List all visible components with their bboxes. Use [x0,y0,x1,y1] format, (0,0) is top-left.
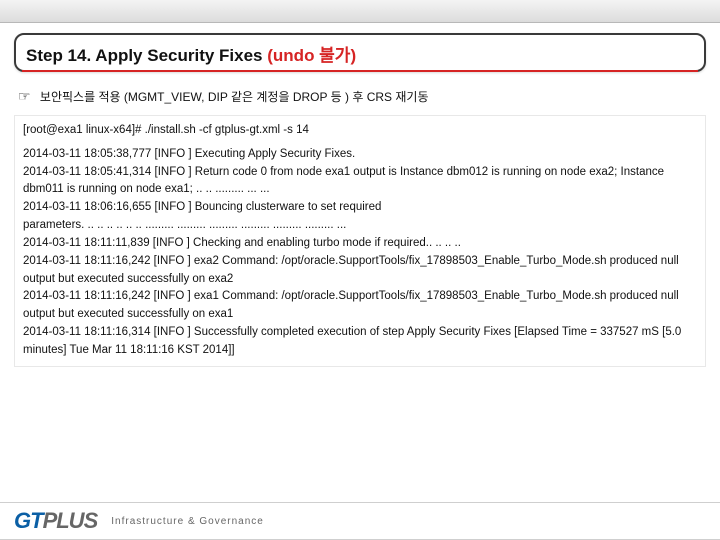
terminal-line: 2014-03-11 18:05:41,314 [INFO ] Return c… [23,164,697,200]
brand-logo: GTPLUS [14,508,97,534]
logo-sub-text: PLUS [43,508,98,534]
terminal-line: 2014-03-11 18:11:16,314 [INFO ] Successf… [23,324,697,360]
pointer-icon: ☞ [18,88,31,104]
window-top-bar [0,0,720,23]
logo-main-text: GT [14,508,43,534]
terminal-output: [root@exa1 linux-x64]# ./install.sh -cf … [14,115,706,367]
terminal-line: 2014-03-11 18:11:11,839 [INFO ] Checking… [23,235,697,253]
terminal-line: parameters. .. .. .. .. .. .. ......... … [23,217,697,235]
terminal-line: [root@exa1 linux-x64]# ./install.sh -cf … [23,122,697,140]
step-title-main: Step 14. Apply Security Fixes [26,46,267,65]
description-text: 보안픽스를 적용 (MGMT_VIEW, DIP 같은 계정을 DROP 등 )… [40,90,429,104]
terminal-line: 2014-03-11 18:11:16,242 [INFO ] exa1 Com… [23,288,697,324]
step-title-box: Step 14. Apply Security Fixes (undo 불가) [14,33,706,72]
description-row: ☞ 보안픽스를 적용 (MGMT_VIEW, DIP 같은 계정을 DROP 등… [18,88,702,105]
terminal-line: 2014-03-11 18:06:16,655 [INFO ] Bouncing… [23,199,697,217]
footer-bar: GTPLUS Infrastructure & Governance [0,502,720,540]
footer-tagline: Infrastructure & Governance [111,516,264,527]
step-title-suffix: (undo 불가) [267,46,356,65]
terminal-line: 2014-03-11 18:11:16,242 [INFO ] exa2 Com… [23,253,697,289]
terminal-line: 2014-03-11 18:05:38,777 [INFO ] Executin… [23,146,697,164]
title-underline [22,70,698,72]
